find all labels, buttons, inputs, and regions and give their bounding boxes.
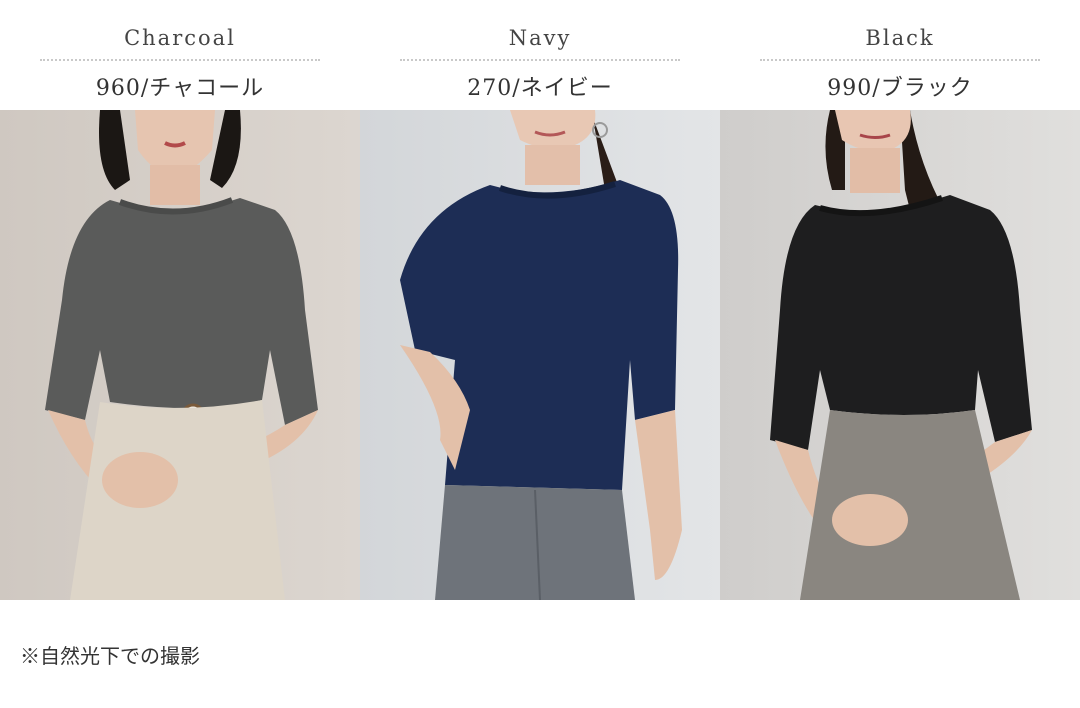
variant-header: Charcoal 960/チャコール [0,0,360,110]
color-variant-grid: Charcoal 960/チャコール Navy 270/ネイビー Black 9… [0,0,1080,600]
variant-header: Black 990/ブラック [720,0,1080,110]
variant-charcoal: Charcoal 960/チャコール [0,0,360,600]
color-name-en: Charcoal [124,26,236,50]
color-code-label: 270/ネイビー [467,76,613,101]
dotted-divider [40,59,320,61]
variant-header: Navy 270/ネイビー [360,0,720,110]
model-photo-black [720,110,1080,600]
model-photo-navy [360,110,720,600]
variant-black: Black 990/ブラック [720,0,1080,600]
color-code-label: 990/ブラック [827,76,973,101]
dotted-divider [760,59,1040,61]
dotted-divider [400,59,680,61]
color-name-en: Navy [508,26,572,50]
model-photo-charcoal [0,110,360,600]
color-name-en: Black [865,26,935,50]
color-code-label: 960/チャコール [95,76,265,101]
lighting-footnote: ※自然光下での撮影 [20,644,200,668]
variant-navy: Navy 270/ネイビー [360,0,720,600]
